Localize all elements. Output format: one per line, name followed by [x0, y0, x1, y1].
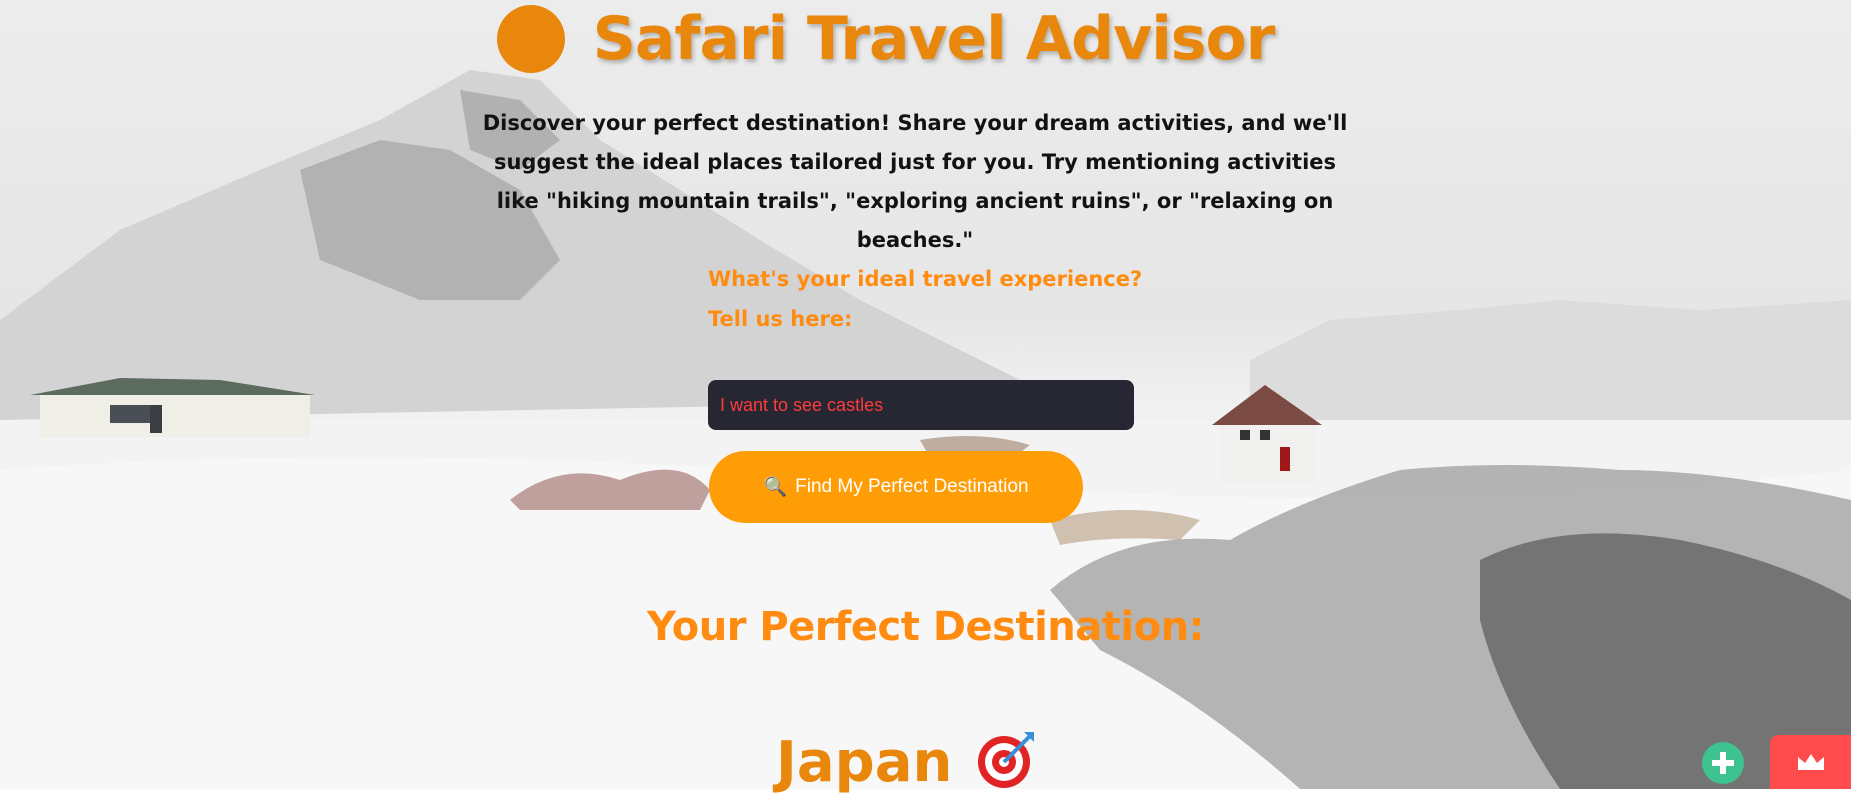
main-content: Safari Travel Advisor Discover your perf… — [0, 0, 1851, 794]
find-destination-label: Find My Perfect Destination — [795, 476, 1029, 497]
plus-button[interactable] — [1702, 742, 1744, 784]
logo-dot-icon — [496, 5, 565, 73]
intro-text: Discover your perfect destination! Share… — [482, 111, 1348, 252]
page-title: Safari Travel Advisor — [592, 4, 1276, 74]
plus-icon — [1712, 752, 1734, 774]
crown-icon — [1797, 754, 1824, 770]
result-destination: Japan — [776, 728, 1038, 797]
question-label: What's your ideal travel experience? — [708, 267, 1143, 291]
destination-name: Japan — [776, 729, 953, 795]
travel-experience-input[interactable]: I want to see castles — [708, 380, 1134, 430]
target-icon — [974, 728, 1038, 797]
magnifier-icon: 🔍 — [763, 477, 788, 498]
result-heading: Your Perfect Destination: — [646, 604, 1205, 650]
header: Safari Travel Advisor — [0, 4, 1851, 74]
find-destination-button[interactable]: 🔍 Find My Perfect Destination — [709, 451, 1083, 523]
tell-us-label: Tell us here: — [708, 307, 853, 331]
crown-button[interactable] — [1770, 735, 1851, 789]
